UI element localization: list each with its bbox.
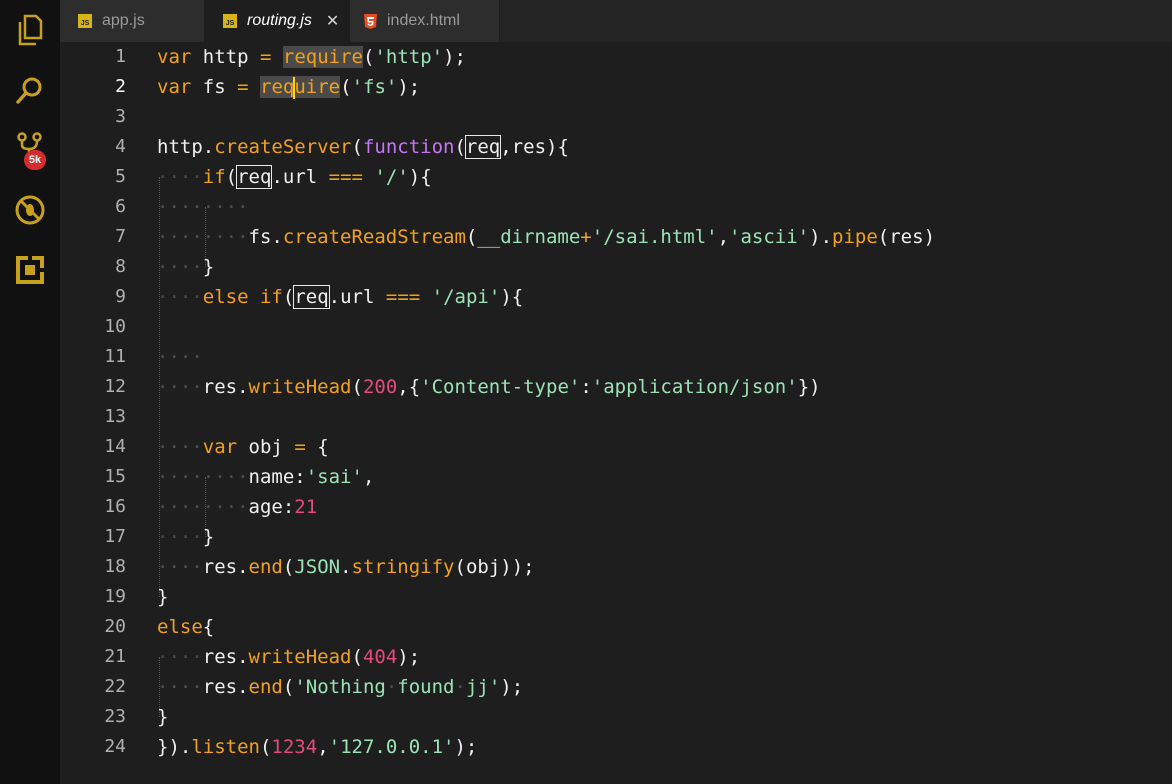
line-number: 18 bbox=[104, 556, 126, 577]
line-code: }).listen(1234,'127.0.0.1'); bbox=[157, 736, 478, 758]
line-number: 21 bbox=[104, 646, 126, 667]
code-line: 11 ···· bbox=[60, 342, 1172, 372]
line-code: ····var obj = { bbox=[157, 436, 329, 458]
line-number: 13 bbox=[104, 406, 126, 427]
line-number: 23 bbox=[104, 706, 126, 727]
line-number: 6 bbox=[115, 196, 126, 217]
line-code: var http = require('http'); bbox=[157, 46, 466, 68]
line-number: 4 bbox=[115, 136, 126, 157]
line-code: ····if(req.url === '/'){ bbox=[157, 165, 432, 189]
line-number: 8 bbox=[115, 256, 126, 277]
line-number: 1 bbox=[115, 46, 126, 67]
line-code: ····res.writeHead(200,{'Content-type':'a… bbox=[157, 376, 821, 398]
line-number: 14 bbox=[104, 436, 126, 457]
tab-bar: JS app.js JS routing.js ✕ index.html bbox=[60, 0, 1172, 42]
code-line-current: 2 var fs = require('fs'); bbox=[60, 72, 1172, 102]
line-code: http.createServer(function(req,res){ bbox=[157, 135, 569, 159]
code-line: 13 bbox=[60, 402, 1172, 432]
code-line: 20 else{ bbox=[60, 612, 1172, 642]
line-number: 12 bbox=[104, 376, 126, 397]
line-code: } bbox=[157, 706, 169, 728]
debug-icon[interactable] bbox=[12, 192, 48, 228]
line-number: 17 bbox=[104, 526, 126, 547]
line-number: 9 bbox=[115, 286, 126, 307]
tab-label: index.html bbox=[387, 12, 460, 29]
code-line: 10 bbox=[60, 312, 1172, 342]
code-editor[interactable]: 1 var http = require('http'); 2 var fs =… bbox=[60, 42, 1172, 784]
code-line: 7 ········fs.createReadStream(__dirname+… bbox=[60, 222, 1172, 252]
code-line: 12 ····res.writeHead(200,{'Content-type'… bbox=[60, 372, 1172, 402]
close-icon[interactable]: ✕ bbox=[326, 11, 339, 31]
extensions-icon[interactable] bbox=[12, 252, 48, 288]
code-line: 24 }).listen(1234,'127.0.0.1'); bbox=[60, 732, 1172, 762]
code-line: 4 http.createServer(function(req,res){ bbox=[60, 132, 1172, 162]
code-line: 18 ····res.end(JSON.stringify(obj)); bbox=[60, 552, 1172, 582]
code-line: 14 ····var obj = { bbox=[60, 432, 1172, 462]
code-line: 19 } bbox=[60, 582, 1172, 612]
js-file-icon: JS bbox=[78, 14, 92, 28]
line-number: 20 bbox=[104, 616, 126, 637]
line-number: 24 bbox=[104, 736, 126, 757]
search-icon[interactable] bbox=[12, 72, 48, 108]
line-number: 15 bbox=[104, 466, 126, 487]
code-line: 22 ····res.end('Nothing·found·jj'); bbox=[60, 672, 1172, 702]
code-line: 5 ····if(req.url === '/'){ bbox=[60, 162, 1172, 192]
line-code: ········name:'sai', bbox=[157, 466, 375, 488]
line-number: 22 bbox=[104, 676, 126, 697]
text-cursor bbox=[293, 76, 296, 99]
activity-bar: 5k bbox=[0, 0, 60, 784]
line-code: ········age:21 bbox=[157, 496, 318, 518]
tab-label: app.js bbox=[102, 12, 145, 29]
code-line: 3 bbox=[60, 102, 1172, 132]
line-code: ····res.writeHead(404); bbox=[157, 646, 421, 668]
line-number: 11 bbox=[104, 346, 126, 367]
line-code: ····res.end('Nothing·found·jj'); bbox=[157, 676, 524, 698]
tab-label: routing.js bbox=[247, 12, 312, 29]
html5-icon bbox=[364, 13, 377, 29]
tab-app-js[interactable]: JS app.js bbox=[60, 0, 205, 42]
tab-index-html[interactable]: index.html bbox=[350, 0, 500, 42]
line-number: 3 bbox=[115, 106, 126, 127]
line-code: ········fs.createReadStream(__dirname+'/… bbox=[157, 226, 936, 248]
code-line: 16 ········age:21 bbox=[60, 492, 1172, 522]
code-line: 17 ····} bbox=[60, 522, 1172, 552]
line-number: 16 bbox=[104, 496, 126, 517]
code-line: 9 ····else if(req.url === '/api'){ bbox=[60, 282, 1172, 312]
line-code: var fs = require('fs'); bbox=[157, 76, 421, 99]
line-code: ········ bbox=[157, 196, 249, 218]
line-code: ····} bbox=[157, 256, 215, 278]
source-control-badge: 5k bbox=[24, 150, 46, 170]
line-code: ····res.end(JSON.stringify(obj)); bbox=[157, 556, 535, 578]
code-line: 21 ····res.writeHead(404); bbox=[60, 642, 1172, 672]
line-code: else{ bbox=[157, 616, 215, 638]
code-line: 15 ········name:'sai', bbox=[60, 462, 1172, 492]
code-line: 1 var http = require('http'); bbox=[60, 42, 1172, 72]
tab-routing-js[interactable]: JS routing.js ✕ bbox=[205, 0, 350, 42]
code-line: 6 ········ bbox=[60, 192, 1172, 222]
line-code: ····else if(req.url === '/api'){ bbox=[157, 285, 524, 309]
code-line: 23 } bbox=[60, 702, 1172, 732]
line-code: } bbox=[157, 586, 169, 608]
line-number: 7 bbox=[115, 226, 126, 247]
js-file-icon: JS bbox=[223, 14, 237, 28]
code-line: 8 ····} bbox=[60, 252, 1172, 282]
explorer-icon[interactable] bbox=[12, 12, 48, 48]
line-number: 19 bbox=[104, 586, 126, 607]
line-number: 2 bbox=[115, 76, 126, 97]
line-code: ···· bbox=[157, 346, 203, 368]
line-number: 10 bbox=[104, 316, 126, 337]
line-number: 5 bbox=[115, 166, 126, 187]
line-code: ····} bbox=[157, 526, 215, 548]
